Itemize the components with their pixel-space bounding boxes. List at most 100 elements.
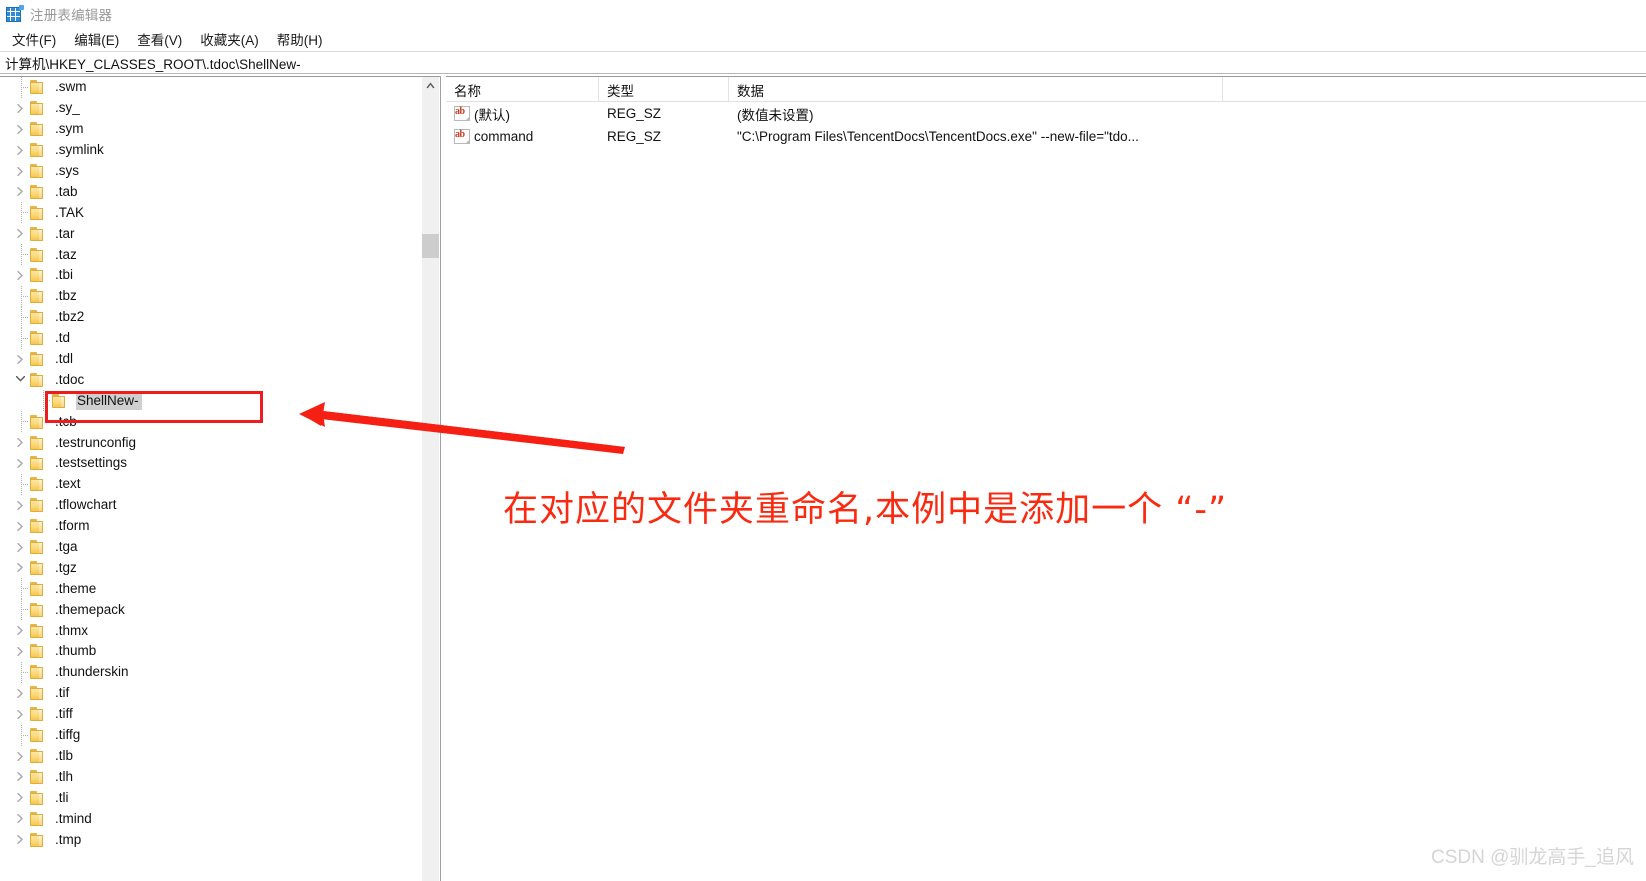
tree-item-tmp[interactable]: .tmp: [0, 829, 419, 850]
scroll-thumb[interactable]: [422, 234, 439, 258]
tree-item-label: .tmind: [55, 810, 92, 826]
tree-item-tcb[interactable]: .tcb: [0, 411, 419, 433]
values-column-header: 名称 类型 数据: [446, 77, 1646, 102]
tree-item-tiff[interactable]: .tiff: [0, 704, 419, 725]
tree-item-thunderskin[interactable]: .thunderskin: [0, 661, 419, 683]
tree-item-tform[interactable]: .tform: [0, 516, 419, 537]
chevron-right-icon[interactable]: [14, 704, 30, 725]
tree-item-tlh[interactable]: .tlh: [0, 766, 419, 787]
chevron-down-icon[interactable]: [14, 369, 30, 390]
chevron-right-icon[interactable]: [14, 98, 30, 119]
folder-icon: [30, 707, 47, 722]
tree-item-taz[interactable]: .taz: [0, 244, 419, 266]
menu-item-edit[interactable]: 编辑(E): [70, 27, 128, 51]
chevron-right-icon[interactable]: [14, 223, 30, 244]
folder-icon: [52, 393, 69, 408]
chevron-right-icon[interactable]: [14, 829, 30, 850]
table-row[interactable]: ab (默认) REG_SZ (数值未设置): [446, 102, 1646, 125]
tree-item-label: .tiff: [55, 706, 73, 722]
tree-item-symlink[interactable]: .symlink: [0, 140, 419, 161]
chevron-right-icon[interactable]: [14, 140, 30, 161]
tree-item-tdoc[interactable]: .tdoc: [0, 369, 419, 390]
tree-item-td[interactable]: .td: [0, 327, 419, 349]
value-data-cell: (数值未设置): [737, 107, 814, 123]
tree-item-sym[interactable]: .sym: [0, 119, 419, 140]
scroll-up-arrow-icon[interactable]: [422, 77, 439, 94]
column-header-data[interactable]: 数据: [729, 77, 1223, 101]
tree-item-tbi[interactable]: .tbi: [0, 265, 419, 286]
tree-item-label: .tmp: [55, 831, 82, 847]
tree-item-tli[interactable]: .tli: [0, 787, 419, 808]
tree-item-label: .tgz: [55, 559, 77, 575]
tree-item-swm[interactable]: .swm: [0, 77, 419, 98]
tree-item-tga[interactable]: .tga: [0, 537, 419, 558]
chevron-right-icon[interactable]: [14, 516, 30, 537]
tree-item-tmind[interactable]: .tmind: [0, 808, 419, 829]
chevron-right-icon[interactable]: [14, 161, 30, 182]
tree-item-testrunconfig[interactable]: .testrunconfig: [0, 432, 419, 453]
tree-item-tak[interactable]: .TAK: [0, 202, 419, 224]
folder-icon: [30, 686, 47, 701]
column-header-type[interactable]: 类型: [599, 77, 729, 101]
chevron-right-icon[interactable]: [14, 432, 30, 453]
menu-item-file[interactable]: 文件(F): [8, 27, 65, 51]
folder-icon: [30, 581, 47, 596]
tree-item-tar[interactable]: .tar: [0, 223, 419, 244]
folder-icon: [30, 790, 47, 805]
tree-item-label: .tif: [55, 685, 70, 701]
folder-icon: [30, 122, 47, 137]
menu-item-help[interactable]: 帮助(H): [273, 27, 332, 51]
tree-item-text[interactable]: .text: [0, 473, 419, 495]
menu-item-view[interactable]: 查看(V): [133, 27, 191, 51]
chevron-right-icon[interactable]: [14, 787, 30, 808]
tree-item-thmx[interactable]: .thmx: [0, 620, 419, 641]
tree-item-tflowchart[interactable]: .tflowchart: [0, 495, 419, 516]
values-list[interactable]: ab (默认) REG_SZ (数值未设置) ab command REG_SZ "C:\Pr…: [446, 102, 1646, 148]
chevron-right-icon[interactable]: [14, 746, 30, 767]
tree-item-sys[interactable]: .sys: [0, 161, 419, 182]
tree-item-themepack[interactable]: .themepack: [0, 599, 419, 621]
chevron-right-icon[interactable]: [14, 537, 30, 558]
table-row[interactable]: ab command REG_SZ "C:\Program Files\Tencent…: [446, 125, 1646, 148]
tree-item-tiffg[interactable]: .tiffg: [0, 724, 419, 746]
tree-item-tab[interactable]: .tab: [0, 181, 419, 202]
tree-item-tbz[interactable]: .tbz: [0, 285, 419, 307]
tree-item-tif[interactable]: .tif: [0, 683, 419, 704]
chevron-right-icon[interactable]: [14, 119, 30, 140]
folder-icon: [30, 289, 47, 304]
tree-item-label: .tdoc: [55, 371, 85, 387]
main-split: .swm .sy_ .sym .symlink .sys .tab .TAK .tar .taz…: [0, 76, 1646, 881]
chevron-right-icon[interactable]: [14, 495, 30, 516]
chevron-right-icon[interactable]: [14, 453, 30, 474]
tree-item-shellnew-[interactable]: ShellNew-: [0, 390, 419, 412]
chevron-right-icon[interactable]: [14, 265, 30, 286]
chevron-right-icon[interactable]: [14, 620, 30, 641]
tree-item-sy_[interactable]: .sy_: [0, 98, 419, 119]
chevron-right-icon[interactable]: [14, 766, 30, 787]
tree-guide-line: [14, 327, 30, 349]
chevron-right-icon[interactable]: [14, 349, 30, 370]
tree-item-tlb[interactable]: .tlb: [0, 746, 419, 767]
chevron-right-icon[interactable]: [14, 641, 30, 662]
column-header-name[interactable]: 名称: [446, 77, 599, 101]
tree-item-label: .testsettings: [55, 455, 128, 471]
chevron-right-icon[interactable]: [14, 683, 30, 704]
registry-tree[interactable]: .swm .sy_ .sym .symlink .sys .tab .TAK .tar .taz…: [0, 77, 419, 881]
tree-item-label: .tcb: [55, 413, 77, 429]
chevron-right-icon[interactable]: [14, 557, 30, 578]
tree-item-tgz[interactable]: .tgz: [0, 557, 419, 578]
tree-item-label: .tbz: [55, 288, 77, 304]
tree-item-tbz2[interactable]: .tbz2: [0, 306, 419, 328]
folder-icon: [30, 372, 47, 387]
address-bar[interactable]: 计算机\HKEY_CLASSES_ROOT\.tdoc\ShellNew-: [0, 51, 1646, 74]
folder-icon: [30, 205, 47, 220]
tree-item-theme[interactable]: .theme: [0, 578, 419, 600]
chevron-right-icon[interactable]: [14, 181, 30, 202]
tree-item-tdl[interactable]: .tdl: [0, 349, 419, 370]
tree-item-thumb[interactable]: .thumb: [0, 641, 419, 662]
menu-item-favorites[interactable]: 收藏夹(A): [196, 27, 268, 51]
chevron-right-icon[interactable]: [14, 808, 30, 829]
tree-item-testsettings[interactable]: .testsettings: [0, 453, 419, 474]
folder-icon: [30, 331, 47, 346]
tree-vertical-scrollbar[interactable]: [421, 77, 439, 881]
